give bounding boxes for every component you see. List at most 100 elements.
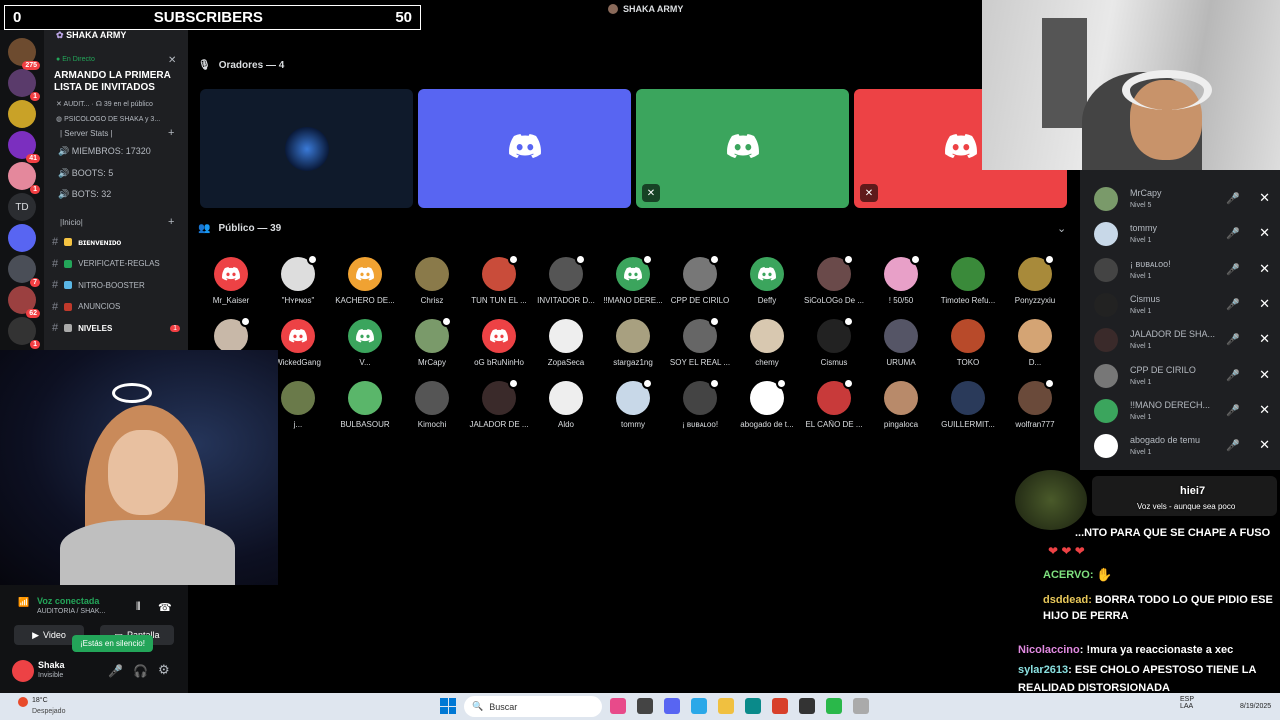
audience-member[interactable]: KACHERO DE... bbox=[334, 257, 396, 305]
taskbar-app-icon[interactable] bbox=[826, 698, 842, 714]
audience-member[interactable]: chemy bbox=[736, 319, 798, 367]
windows-start-icon[interactable] bbox=[440, 698, 456, 714]
invite-speaker-icon[interactable]: 🎤 bbox=[1226, 369, 1240, 382]
audience-member[interactable]: D... bbox=[1004, 319, 1066, 367]
close-icon[interactable]: ✕ bbox=[1259, 437, 1270, 453]
channel-item[interactable]: # ANUNCIOS bbox=[52, 298, 182, 316]
server-icon[interactable]: 62 bbox=[8, 286, 40, 318]
close-icon[interactable]: ✕ bbox=[1259, 225, 1270, 241]
taskbar-app-icon[interactable] bbox=[664, 698, 680, 714]
server-icon[interactable]: 1 bbox=[8, 162, 40, 194]
close-icon[interactable]: ✕ bbox=[1259, 331, 1270, 347]
taskbar-app-icon[interactable] bbox=[772, 698, 788, 714]
audience-member[interactable]: ¡ ʙᴜʙᴀʟᴏᴏ! bbox=[669, 378, 731, 429]
voice-channel[interactable]: AUDITORIA / SHAK... bbox=[37, 608, 105, 615]
invite-speaker-icon[interactable]: 🎤 bbox=[1226, 333, 1240, 346]
taskbar-app-icon[interactable] bbox=[610, 698, 626, 714]
collapse-chevron-icon[interactable]: ⌄ bbox=[1057, 222, 1066, 235]
audience-member[interactable]: ! 50/50 bbox=[870, 254, 932, 305]
add-icon[interactable]: + bbox=[168, 127, 174, 139]
stat-boots[interactable]: 🔊 BOOTS: 5 bbox=[58, 168, 113, 179]
audience-member[interactable]: JALADOR DE ... bbox=[468, 378, 530, 429]
audience-member[interactable]: Aldo bbox=[535, 381, 597, 429]
audience-member[interactable]: SiCoLOGo De ... bbox=[803, 254, 865, 305]
weather-temp[interactable]: 18°C bbox=[32, 697, 48, 704]
audience-member[interactable]: Cismus bbox=[803, 316, 865, 367]
server-icon[interactable]: 275 bbox=[8, 38, 40, 70]
audience-member[interactable]: Chrisz bbox=[401, 257, 463, 305]
audience-member[interactable]: URUMA bbox=[870, 319, 932, 367]
taskbar-app-icon[interactable] bbox=[637, 698, 653, 714]
audience-member[interactable]: !!MANO DERE... bbox=[602, 254, 664, 305]
invite-speaker-icon[interactable]: 🎤 bbox=[1226, 192, 1240, 205]
deafen-icon[interactable]: 🎧 bbox=[133, 664, 148, 678]
audience-member[interactable]: Timoteo Refu... bbox=[937, 257, 999, 305]
member-row[interactable]: abogado de temu Nivel 1 🎤 ✕ bbox=[1080, 429, 1280, 464]
member-row[interactable]: ¡ ʙᴜʙᴀʟᴏᴏ! Nivel 1 🎤 ✕ bbox=[1080, 253, 1280, 288]
invite-speaker-icon[interactable]: 🎤 bbox=[1226, 404, 1240, 417]
weather-icon[interactable] bbox=[18, 697, 28, 707]
server-icon[interactable]: 41 bbox=[8, 131, 40, 163]
member-row[interactable]: CPP DE CIRILO Nivel 1 🎤 ✕ bbox=[1080, 359, 1280, 394]
noise-icon[interactable]: ⫴ bbox=[136, 601, 141, 614]
close-icon[interactable]: ✕ bbox=[168, 55, 176, 66]
audience-member[interactable]: "Hʏᴘɴᴏs" bbox=[267, 254, 329, 305]
voice-connected-label[interactable]: Voz conectada bbox=[37, 596, 99, 606]
audience-member[interactable]: Ponyzzyxiu bbox=[1004, 254, 1066, 305]
channel-item[interactable]: # NIVELES 1 bbox=[52, 319, 182, 337]
audience-member[interactable]: BULBASOUR bbox=[334, 381, 396, 429]
channel-item[interactable]: # NITRO-BOOSTER bbox=[52, 276, 182, 294]
audience-member[interactable]: tommy bbox=[602, 378, 664, 429]
clock-date[interactable]: 8/19/2025 bbox=[1240, 703, 1271, 710]
close-icon[interactable]: ✕ bbox=[1259, 367, 1270, 383]
member-row[interactable]: JALADOR DE SHA... Nivel 1 🎤 ✕ bbox=[1080, 323, 1280, 358]
audience-member[interactable]: abogado de t... bbox=[736, 378, 798, 429]
member-row[interactable]: tommy Nivel 1 🎤 ✕ bbox=[1080, 217, 1280, 252]
inicio-header[interactable]: |Inicio| bbox=[60, 218, 83, 227]
audience-member[interactable]: EL CAÑO DE ... bbox=[803, 378, 865, 429]
close-icon[interactable]: ✕ bbox=[1259, 261, 1270, 277]
stat-bots[interactable]: 🔊 BOTS: 32 bbox=[58, 189, 111, 200]
language-indicator[interactable]: ESP LAA bbox=[1180, 696, 1194, 710]
audience-member[interactable]: Deffy bbox=[736, 257, 798, 305]
speaker-tile[interactable] bbox=[200, 89, 413, 208]
audience-member[interactable]: GUILLERMIT... bbox=[937, 381, 999, 429]
audience-member[interactable]: pingaloca bbox=[870, 381, 932, 429]
invite-speaker-icon[interactable]: 🎤 bbox=[1226, 263, 1240, 276]
taskbar-app-icon[interactable] bbox=[799, 698, 815, 714]
user-avatar[interactable] bbox=[12, 660, 34, 682]
audience-member[interactable]: wolfran777 bbox=[1004, 378, 1066, 429]
add-icon[interactable]: + bbox=[168, 216, 174, 228]
search-box[interactable]: 🔍 Buscar bbox=[464, 696, 602, 717]
taskbar-app-icon[interactable] bbox=[691, 698, 707, 714]
server-icon[interactable] bbox=[8, 100, 36, 128]
server-icon[interactable]: 1 bbox=[8, 317, 40, 349]
member-row[interactable]: Cismus Nivel 1 🎤 ✕ bbox=[1080, 288, 1280, 323]
close-icon[interactable]: ✕ bbox=[1259, 402, 1270, 418]
audience-member[interactable]: V... bbox=[334, 319, 396, 367]
invite-speaker-icon[interactable]: 🎤 bbox=[1226, 298, 1240, 311]
server-icon[interactable]: 1 bbox=[8, 69, 40, 101]
invite-speaker-icon[interactable]: 🎤 bbox=[1226, 439, 1240, 452]
channel-item[interactable]: # VERIFICATE-REGLAS bbox=[52, 255, 182, 273]
audience-member[interactable]: MrCapy bbox=[401, 316, 463, 367]
audience-member[interactable]: SOY EL REAL ... bbox=[669, 316, 731, 367]
server-icon[interactable]: TD bbox=[8, 193, 36, 221]
audience-member[interactable]: Mr_Kaiser bbox=[200, 257, 262, 305]
mic-muted-icon[interactable]: 🎤 bbox=[108, 664, 123, 678]
audience-member[interactable]: TUN TUN EL ... bbox=[468, 254, 530, 305]
server-icon[interactable]: 7 bbox=[8, 255, 40, 287]
weather-desc[interactable]: Despejado bbox=[32, 708, 65, 715]
channel-item[interactable]: # ʙɪᴇɴᴠᴇɴɪᴅᴏ bbox=[52, 233, 182, 251]
audience-member[interactable]: stargaz1ng bbox=[602, 319, 664, 367]
taskbar-app-icon[interactable] bbox=[853, 698, 869, 714]
close-icon[interactable]: ✕ bbox=[1259, 190, 1270, 206]
close-icon[interactable]: ✕ bbox=[1259, 296, 1270, 312]
stat-members[interactable]: 🔊 MIEMBROS: 17320 bbox=[58, 146, 151, 157]
audience-member[interactable]: oG bRuNinHo bbox=[468, 319, 530, 367]
audience-member[interactable]: ZopaSeca bbox=[535, 319, 597, 367]
taskbar-app-icon[interactable] bbox=[718, 698, 734, 714]
speaker-tile[interactable] bbox=[418, 89, 631, 208]
audience-member[interactable]: TOKO bbox=[937, 319, 999, 367]
disconnect-icon[interactable]: ☎ bbox=[158, 601, 172, 614]
